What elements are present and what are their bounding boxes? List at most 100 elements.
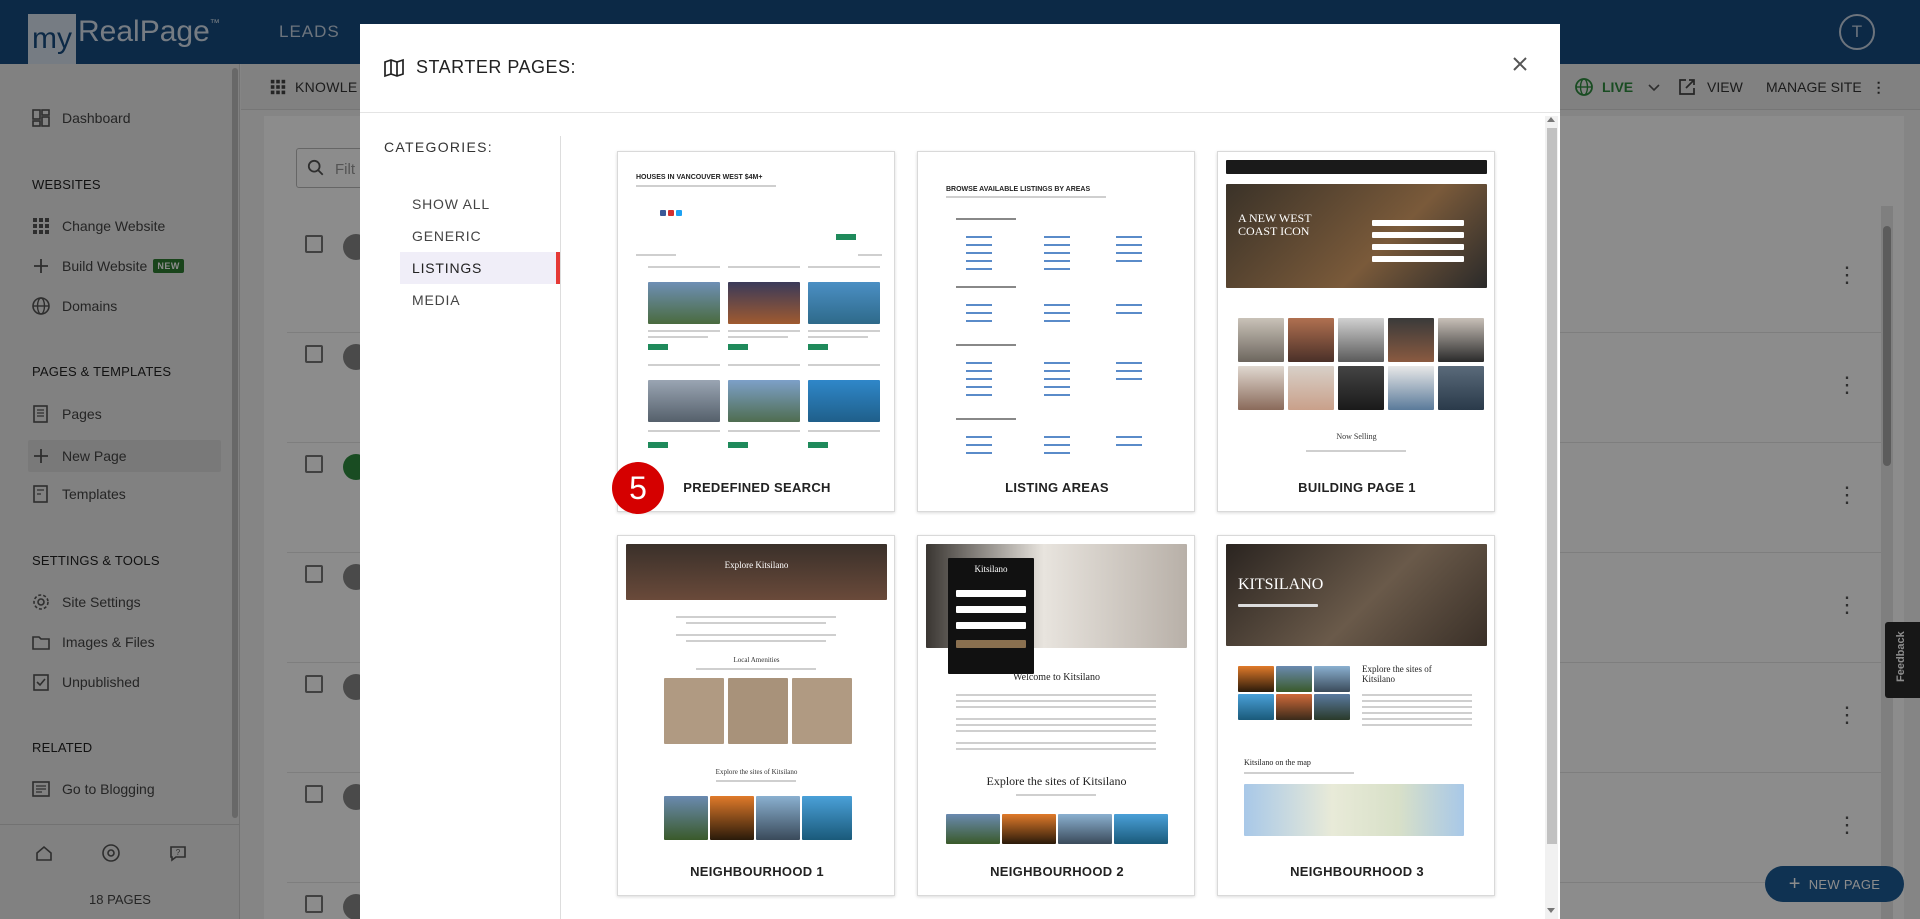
template-card-neighbourhood-3[interactable]: KITSILANO Explore the sites of Kitsilano … [1217,535,1495,896]
thumb-section-title: Local Amenities [733,656,780,664]
thumb-line [956,700,1156,702]
thumb-area-list [944,218,1174,463]
category-generic[interactable]: GENERIC [400,220,560,252]
thumb-line [808,430,880,432]
thumb-link [966,268,992,270]
category-media[interactable]: MEDIA [400,284,560,316]
template-label: LISTING AREAS [1005,480,1109,495]
thumb-button [728,344,748,350]
thumb-button [836,234,856,240]
thumb-link [966,370,992,372]
scroll-down-arrow-icon[interactable] [1547,908,1555,913]
thumb-link [1116,244,1142,246]
template-card-neighbourhood-1[interactable]: Explore Kitsilano Local Amenities Explor… [617,535,895,896]
thumb-link [1044,386,1070,388]
thumb-button [648,344,668,350]
listing-photo [728,380,800,422]
thumb-photo [1238,694,1274,720]
modal-title: STARTER PAGES: [384,57,576,78]
thumb-link [1044,260,1070,262]
step-number-badge: 5 [612,462,664,514]
thumb-photo [1388,366,1434,410]
thumb-link [1116,304,1142,306]
thumb-link [1044,320,1070,322]
thumb-link [1044,362,1070,364]
thumb-link [1044,394,1070,396]
thumb-photo [1114,814,1168,844]
thumb-map [1244,784,1464,836]
thumb-link [966,260,992,262]
category-show-all[interactable]: SHOW ALL [400,188,560,220]
thumb-button [648,442,668,448]
thumb-link [966,378,992,380]
thumb-photo [1388,318,1434,362]
thumb-social [668,210,674,216]
thumb-line [676,616,836,618]
modal-scrollbar-thumb[interactable] [1547,128,1557,844]
thumb-line [808,364,880,366]
thumb-link [1044,236,1070,238]
thumb-line [1362,700,1472,702]
thumb-link [1116,436,1142,438]
thumb-line [1238,604,1318,607]
template-card-listing-areas[interactable]: BROWSE AVAILABLE LISTINGS BY AREAS LISTI… [917,151,1195,512]
template-card-building-page-1[interactable]: A NEW WEST COAST ICON Now Selling BUILDIN… [1217,151,1495,512]
thumb-form-field [1372,232,1464,238]
template-card-predefined-search[interactable]: HOUSES IN VANCOUVER WEST $4M+ PREDEFINED… [617,151,895,512]
scroll-up-arrow-icon[interactable] [1547,117,1555,122]
thumb-line [956,218,1016,220]
thumb-photo [1288,366,1334,410]
thumb-link [966,252,992,254]
thumb-line [858,254,882,256]
template-card-neighbourhood-2[interactable]: Kitsilano Welcome to Kitsilano Explore t… [917,535,1195,896]
listing-photo [648,380,720,422]
thumb-photo [1238,318,1284,362]
thumb-line [696,668,816,670]
thumb-link [966,394,992,396]
thumb-line [1362,694,1472,696]
thumb-line [808,266,880,268]
thumb-form-field [1372,220,1464,226]
thumb-form-panel [948,558,1034,674]
thumb-form-field [1372,256,1464,262]
template-label: NEIGHBOURHOOD 1 [690,864,824,879]
thumb-button [808,344,828,350]
thumb-line [648,330,720,332]
thumb-line [648,266,720,268]
thumb-link [966,236,992,238]
thumb-photo [1288,318,1334,362]
template-thumbnail: Explore Kitsilano Local Amenities Explor… [626,544,887,847]
thumb-link [1116,236,1142,238]
thumb-photo [946,814,1000,844]
thumb-line [636,185,776,187]
thumb-section-title: Explore the sites of Kitsilano [715,768,798,776]
thumb-link [1044,452,1070,454]
thumb-social [676,210,682,216]
category-listings[interactable]: LISTINGS [400,252,560,284]
thumb-hero-title: A NEW WEST COAST ICON [1238,212,1312,238]
thumb-amenity [664,678,724,744]
thumb-line [946,196,1106,198]
starter-pages-modal: STARTER PAGES: CATEGORIES: SHOW ALL GENE… [360,24,1560,919]
thumb-line [1244,772,1354,774]
modal-title-text: STARTER PAGES: [416,57,577,77]
thumb-photo [802,796,852,840]
thumb-line [956,418,1016,420]
template-thumbnail: BROWSE AVAILABLE LISTINGS BY AREAS [926,160,1187,463]
thumb-line [956,286,1016,288]
thumb-link [1116,312,1142,314]
thumb-photo [664,796,708,840]
template-thumbnail: KITSILANO Explore the sites of Kitsilano … [1226,544,1487,847]
thumb-form-field [956,590,1026,597]
thumb-line [1362,712,1472,714]
thumb-link [1044,268,1070,270]
thumb-line [956,724,1156,726]
thumb-photo [1238,366,1284,410]
thumb-line [1306,450,1406,452]
thumb-line [956,748,1156,750]
thumb-title: BROWSE AVAILABLE LISTINGS BY AREAS [946,186,1091,193]
thumb-link [1044,244,1070,246]
thumb-line [956,694,1156,696]
close-icon[interactable] [1508,52,1532,76]
thumb-form-field [956,606,1026,613]
